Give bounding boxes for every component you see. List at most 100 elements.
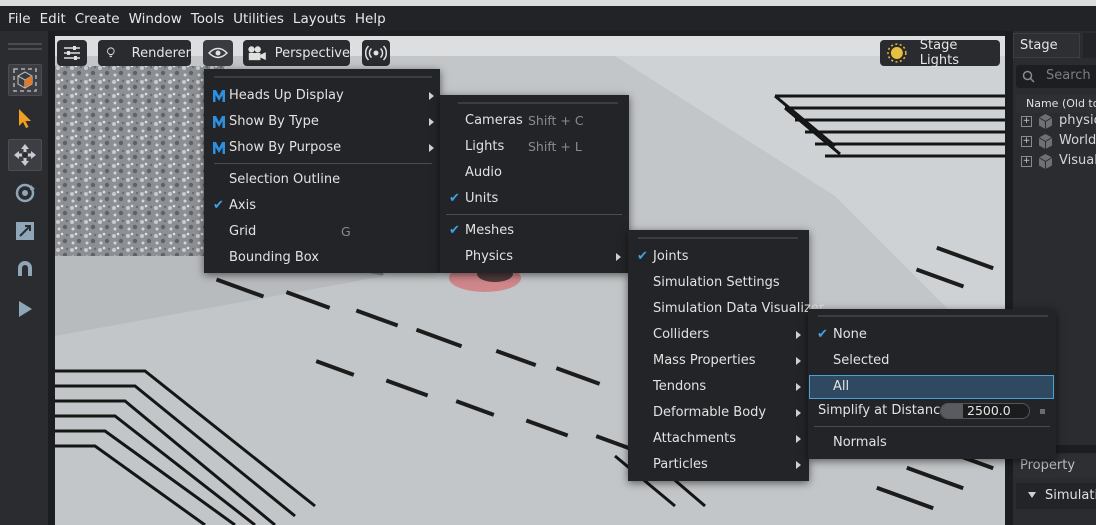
xform-icon (1038, 134, 1053, 149)
toolbar-grip[interactable] (8, 43, 42, 45)
show-menu: Heads Up Display Show By Type Show By Pu… (204, 69, 440, 273)
show-by-type-button[interactable] (203, 40, 233, 66)
menu-item-none[interactable]: ✔ None (808, 322, 1056, 348)
menu-item-label: Lights (465, 139, 505, 154)
renderer-label: Renderer (131, 45, 191, 61)
menu-item-deformable-body[interactable]: Deformable Body (628, 400, 809, 426)
m-logo-icon (213, 116, 225, 128)
menu-item-units[interactable]: ✔ Units (440, 186, 629, 212)
stage-search-input[interactable]: Search (1016, 65, 1096, 88)
menu-item-show-by-type[interactable]: Show By Type (204, 109, 440, 135)
menu-item-colliders[interactable]: Colliders (628, 322, 809, 348)
menu-top-border (818, 315, 1048, 317)
menu-item-heads-up-display[interactable]: Heads Up Display (204, 83, 440, 109)
menu-separator (446, 214, 622, 215)
search-icon (1022, 70, 1035, 83)
menu-item-normals[interactable]: Normals (808, 430, 1056, 456)
menu-item-all[interactable]: All (809, 375, 1054, 399)
move-icon[interactable] (8, 139, 42, 171)
menu-item-particles[interactable]: Particles (628, 452, 809, 478)
menu-item-label: Physics (465, 249, 514, 264)
menu-window[interactable]: Window (129, 11, 182, 27)
tab-stage[interactable]: Stage (1013, 33, 1080, 58)
menu-item-simulation-settings[interactable]: Simulation Settings (628, 270, 809, 296)
menu-item-attachments[interactable]: Attachments (628, 426, 809, 452)
reset-dot-icon[interactable] (1040, 409, 1045, 414)
menu-item-bounding-box[interactable]: Bounding Box (204, 245, 440, 271)
menu-item-label: Units (465, 191, 499, 206)
menu-item-label: Heads Up Display (229, 88, 344, 103)
expand-icon[interactable]: + (1021, 136, 1032, 147)
sliders-icon (64, 46, 80, 60)
snap-icon[interactable] (8, 253, 42, 285)
camera-icon (248, 46, 266, 61)
tab-next[interactable] (1083, 33, 1096, 58)
menu-tools[interactable]: Tools (191, 11, 224, 27)
menu-item-mass-properties[interactable]: Mass Properties (628, 348, 809, 374)
menu-item-selection-outline[interactable]: Selection Outline (204, 167, 440, 193)
menu-item-label: Selected (833, 353, 890, 368)
camera-label: Perspective (274, 45, 350, 61)
viewport-settings-button[interactable] (57, 40, 87, 66)
eye-icon (208, 47, 228, 59)
menu-item-label: Audio (465, 165, 502, 180)
menu-item-simulation-data-visualizer[interactable]: Simulation Data Visualizer (628, 296, 824, 322)
left-splitter[interactable] (48, 31, 55, 525)
checkmark-icon: ✔ (449, 191, 460, 206)
renderer-button[interactable]: Renderer (98, 40, 191, 66)
simplify-distance-value: 2500.0 (967, 403, 1011, 418)
menu-item-grid[interactable]: Grid G (204, 219, 440, 245)
simplify-distance-field[interactable]: 2500.0 (940, 403, 1030, 419)
menu-item-show-by-purpose[interactable]: Show By Purpose (204, 135, 440, 161)
submenu-arrow-icon (429, 92, 434, 100)
menu-item-tendons[interactable]: Tendons (628, 374, 809, 400)
property-section-header[interactable]: Simulatio (1016, 483, 1096, 509)
menu-item-selected[interactable]: Selected (808, 348, 1056, 374)
expand-icon[interactable]: + (1021, 116, 1032, 127)
menu-help[interactable]: Help (355, 11, 386, 27)
tree-item[interactable]: + physic (1019, 112, 1096, 132)
menu-item-audio[interactable]: Audio (440, 160, 629, 186)
menu-item-label: Meshes (465, 223, 514, 238)
menu-layouts[interactable]: Layouts (293, 11, 346, 27)
left-toolbar (0, 31, 48, 525)
expand-icon[interactable]: + (1021, 156, 1032, 167)
audio-button[interactable] (362, 40, 390, 66)
menu-item-label: Grid (229, 224, 257, 239)
show-by-type-menu: Cameras Shift + C Lights Shift + L Audio… (440, 95, 629, 273)
menu-utilities[interactable]: Utilities (233, 11, 284, 27)
menu-item-label: Attachments (653, 431, 736, 446)
tree-item[interactable]: + Visuals (1019, 152, 1096, 172)
menu-item-label: Show By Type (229, 114, 319, 129)
submenu-arrow-icon (796, 461, 801, 469)
physics-menu: ✔ Joints Simulation Settings Simulation … (628, 230, 824, 481)
menu-bar: File Edit Create Window Tools Utilities … (0, 6, 1096, 31)
menu-item-joints[interactable]: ✔ Joints (628, 244, 809, 270)
rotate-icon[interactable] (8, 177, 42, 209)
stage-lights-button[interactable]: Stage Lights (880, 38, 1000, 68)
menu-item-label: Normals (833, 435, 887, 450)
submenu-arrow-icon (796, 357, 801, 365)
toolbar-grip[interactable] (8, 48, 42, 50)
pointer-icon[interactable] (8, 102, 42, 134)
tree-item[interactable]: + World (1019, 132, 1096, 152)
select-icon[interactable] (8, 64, 42, 96)
menu-file[interactable]: File (8, 11, 31, 27)
menu-item-label: Mass Properties (653, 353, 756, 368)
checkmark-icon: ✔ (637, 249, 648, 264)
camera-button[interactable]: Perspective (243, 40, 350, 66)
menu-item-lights[interactable]: Lights Shift + L (440, 134, 629, 160)
menu-item-physics[interactable]: Physics (440, 244, 629, 270)
play-icon[interactable] (8, 293, 42, 325)
collapse-icon (1028, 492, 1036, 498)
menu-item-axis[interactable]: ✔ Axis (204, 193, 440, 219)
stage-column-header[interactable]: Name (Old to (1016, 95, 1096, 113)
menu-edit[interactable]: Edit (40, 11, 66, 27)
menu-item-meshes[interactable]: ✔ Meshes (440, 218, 629, 244)
menu-item-label: Simulation Data Visualizer (653, 301, 825, 316)
menu-item-cameras[interactable]: Cameras Shift + C (440, 108, 629, 134)
menu-create[interactable]: Create (75, 11, 120, 27)
scale-icon[interactable] (8, 215, 42, 247)
tree-item-label: Visuals (1059, 153, 1096, 168)
menu-item-label: Bounding Box (229, 250, 320, 265)
